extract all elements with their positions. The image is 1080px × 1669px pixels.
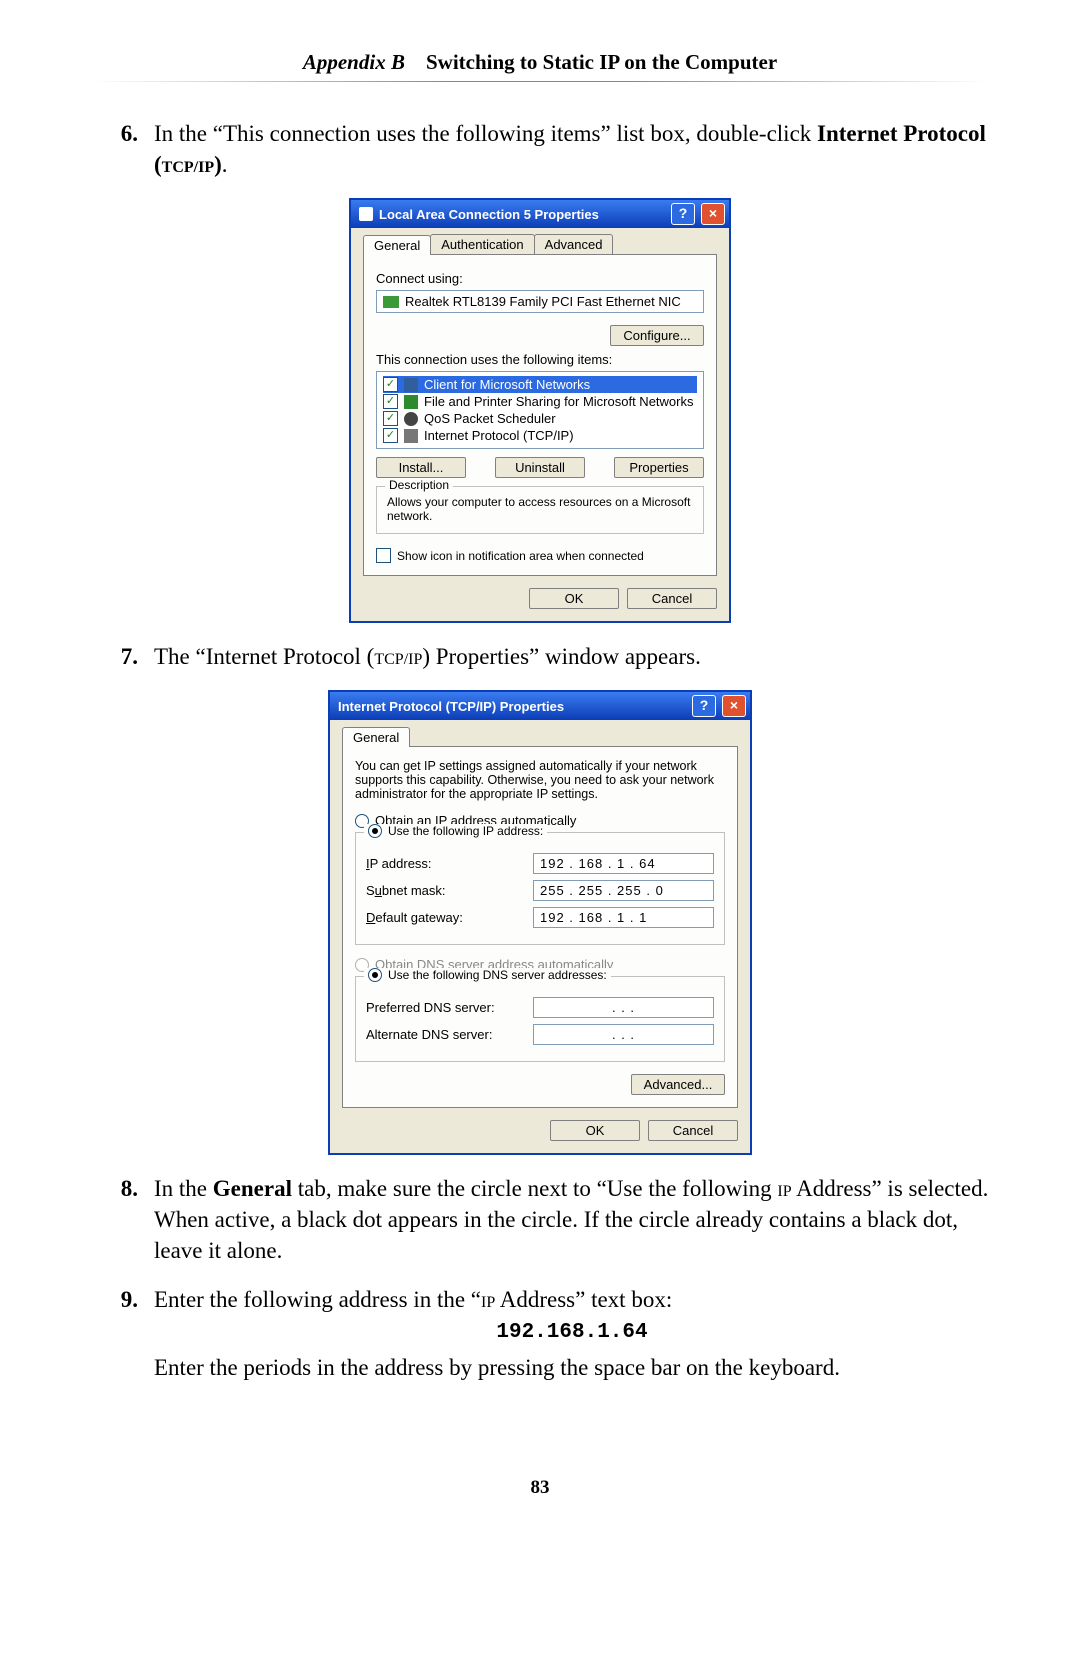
list-item[interactable]: ✓ Client for Microsoft Networks (383, 376, 697, 393)
ip-code: 192.168.1.64 (154, 1319, 990, 1347)
close-button[interactable]: × (701, 203, 725, 225)
nic-icon (383, 296, 399, 308)
subnet-mask-label: Subnet mask: (366, 883, 533, 898)
lan-properties-dialog: Local Area Connection 5 Properties ? × G… (349, 198, 731, 623)
close-button[interactable]: × (722, 695, 746, 717)
description-legend: Description (385, 478, 453, 492)
step-9: 9. Enter the following address in the “I… (90, 1284, 990, 1382)
tab-general[interactable]: General (342, 727, 410, 747)
tab-advanced[interactable]: Advanced (534, 234, 614, 254)
radio-use-dns[interactable]: Use the following DNS server addresses: (364, 968, 611, 982)
titlebar[interactable]: Internet Protocol (TCP/IP) Properties ? … (330, 692, 750, 720)
nic-field[interactable]: Realtek RTL8139 Family PCI Fast Ethernet… (376, 290, 704, 313)
qos-icon (404, 412, 418, 426)
default-gateway-label: Default gateway: (366, 910, 533, 925)
list-item[interactable]: ✓ Internet Protocol (TCP/IP) (383, 427, 697, 444)
list-item[interactable]: ✓ File and Printer Sharing for Microsoft… (383, 393, 697, 410)
step-number: 9. (90, 1284, 154, 1382)
client-icon (404, 378, 418, 392)
step-7: 7. The “Internet Protocol (TCP/IP) Prope… (90, 641, 990, 672)
advanced-button[interactable]: Advanced... (631, 1074, 725, 1095)
step-text: In the General tab, make sure the circle… (154, 1173, 990, 1266)
ip-address-label: IP address: (366, 856, 533, 871)
items-listbox[interactable]: ✓ Client for Microsoft Networks ✓ File a… (376, 371, 704, 449)
help-button[interactable]: ? (692, 695, 716, 717)
page: Appendix B Switching to Static IP on the… (0, 0, 1080, 1539)
show-icon-checkbox[interactable]: ✓ (376, 548, 391, 563)
page-number: 83 (90, 1477, 990, 1499)
window-title: Internet Protocol (TCP/IP) Properties (338, 699, 686, 714)
cancel-button[interactable]: Cancel (648, 1120, 738, 1141)
subnet-mask-field[interactable]: 255 . 255 . 255 . 0 (533, 880, 714, 901)
uninstall-button[interactable]: Uninstall (495, 457, 585, 478)
tab-general[interactable]: General (363, 235, 431, 255)
header-rule (90, 81, 990, 82)
preferred-dns-field[interactable]: . . . (533, 997, 714, 1018)
ok-button[interactable]: OK (550, 1120, 640, 1141)
properties-button[interactable]: Properties (614, 457, 704, 478)
step-number: 7. (90, 641, 154, 672)
step-number: 6. (90, 118, 154, 180)
radio-icon[interactable] (368, 824, 382, 838)
tabs: General Authentication Advanced (363, 234, 717, 254)
nic-name: Realtek RTL8139 Family PCI Fast Ethernet… (405, 294, 681, 309)
step-number: 8. (90, 1173, 154, 1266)
radio-use-ip[interactable]: Use the following IP address: (364, 824, 547, 838)
help-button[interactable]: ? (671, 203, 695, 225)
step-text: Enter the following address in the “IP A… (154, 1284, 990, 1382)
header-appendix: Appendix B (303, 50, 405, 74)
step-text: In the “This connection uses the followi… (154, 118, 990, 180)
checkbox-icon[interactable]: ✓ (383, 428, 398, 443)
show-icon-label: Show icon in notification area when conn… (397, 549, 644, 563)
configure-button[interactable]: Configure... (610, 325, 704, 346)
radio-icon[interactable] (368, 968, 382, 982)
install-button[interactable]: Install... (376, 457, 466, 478)
description-text: Allows your computer to access resources… (387, 495, 693, 523)
window-icon (359, 207, 373, 221)
checkbox-icon[interactable]: ✓ (383, 394, 398, 409)
page-header: Appendix B Switching to Static IP on the… (90, 50, 990, 75)
connect-using-label: Connect using: (376, 271, 704, 286)
step-8: 8. In the General tab, make sure the cir… (90, 1173, 990, 1266)
alternate-dns-field[interactable]: . . . (533, 1024, 714, 1045)
cancel-button[interactable]: Cancel (627, 588, 717, 609)
checkbox-icon[interactable]: ✓ (383, 377, 398, 392)
header-title: Switching to Static IP on the Computer (426, 50, 777, 74)
intro-text: You can get IP settings assigned automat… (355, 759, 725, 801)
share-icon (404, 395, 418, 409)
ok-button[interactable]: OK (529, 588, 619, 609)
ip-address-field[interactable]: 192 . 168 . 1 . 64 (533, 853, 714, 874)
checkbox-icon[interactable]: ✓ (383, 411, 398, 426)
list-item[interactable]: ✓ QoS Packet Scheduler (383, 410, 697, 427)
tab-authentication[interactable]: Authentication (430, 234, 534, 254)
default-gateway-field[interactable]: 192 . 168 . 1 . 1 (533, 907, 714, 928)
step-6: 6. In the “This connection uses the foll… (90, 118, 990, 180)
description-group: Description Allows your computer to acce… (376, 486, 704, 534)
items-label: This connection uses the following items… (376, 352, 704, 367)
titlebar[interactable]: Local Area Connection 5 Properties ? × (351, 200, 729, 228)
window-title: Local Area Connection 5 Properties (379, 207, 665, 222)
protocol-icon (404, 429, 418, 443)
alternate-dns-label: Alternate DNS server: (366, 1027, 533, 1042)
tcpip-properties-dialog: Internet Protocol (TCP/IP) Properties ? … (328, 690, 752, 1155)
preferred-dns-label: Preferred DNS server: (366, 1000, 533, 1015)
step-text: The “Internet Protocol (TCP/IP) Properti… (154, 641, 990, 672)
